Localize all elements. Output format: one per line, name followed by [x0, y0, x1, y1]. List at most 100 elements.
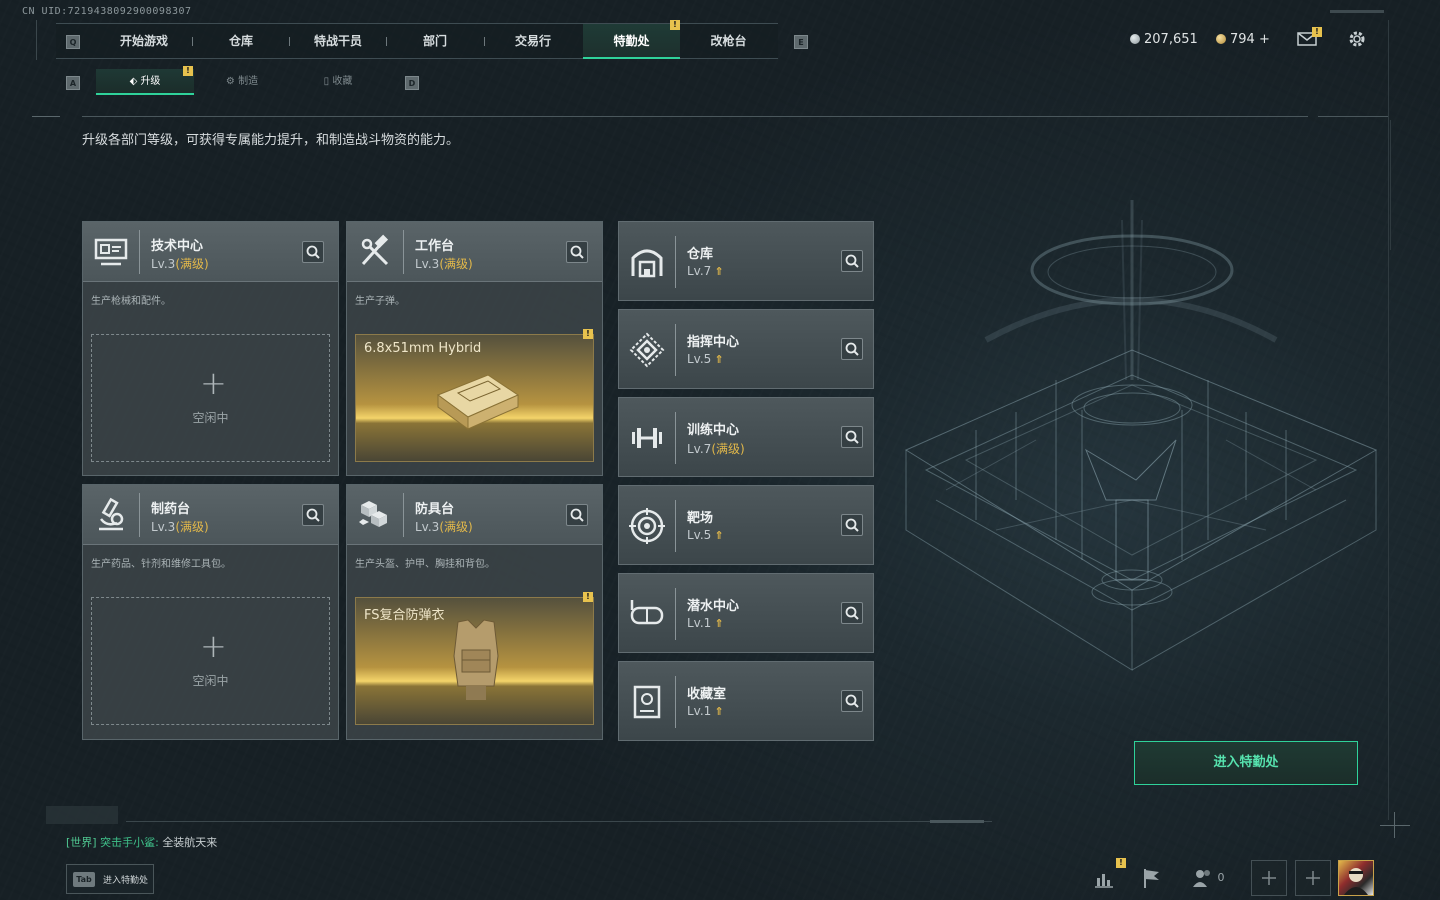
- facility-name: 技术中心: [151, 239, 204, 254]
- search-button[interactable]: [302, 504, 324, 526]
- facility-name: 工作台: [415, 239, 455, 254]
- production-slot-empty[interactable]: + 空闲中: [91, 334, 330, 462]
- mail-alert-badge: !: [1312, 27, 1322, 37]
- facility-level: Lv.5 ⇑: [687, 352, 724, 366]
- chat-message[interactable]: [世界] 突击手小鲨: 全装航天来: [66, 834, 217, 850]
- subtab-craft[interactable]: ⚙ 制造: [194, 69, 290, 95]
- tab-gunsmith[interactable]: 改枪台: [680, 24, 777, 59]
- level-value: Lv.5: [687, 352, 712, 366]
- search-button[interactable]: [841, 514, 863, 536]
- search-icon: [845, 694, 859, 708]
- diving-mask-icon: [630, 600, 664, 625]
- facility-shooting-range[interactable]: 靶场 Lv.5 ⇑: [618, 485, 874, 565]
- max-level-tag: (满级): [175, 520, 209, 534]
- search-button[interactable]: [841, 426, 863, 448]
- header-divider: [675, 324, 676, 376]
- level-value: Lv.1: [687, 616, 712, 630]
- facility-command-center[interactable]: 指挥中心 Lv.5 ⇑: [618, 309, 874, 389]
- facility-diving-center[interactable]: 潜水中心 Lv.1 ⇑: [618, 573, 874, 653]
- bottom-rule-accent: [930, 820, 984, 823]
- search-button[interactable]: [841, 250, 863, 272]
- search-button[interactable]: [566, 504, 588, 526]
- facility-description: 生产枪械和配件。: [91, 296, 171, 307]
- production-slot-empty[interactable]: + 空闲中: [91, 597, 330, 725]
- frame-line-right: [1388, 20, 1389, 820]
- invite-slot-button[interactable]: [1251, 860, 1287, 896]
- upgrade-available-icon: ⇑: [714, 353, 724, 366]
- tab-trading[interactable]: 交易行: [488, 24, 578, 59]
- subtab-upgrade[interactable]: ⬖ 升级: [96, 69, 194, 95]
- microscope-icon: [99, 497, 124, 531]
- silver-currency: 207,651: [1130, 32, 1198, 47]
- facility-name: 仓库: [687, 247, 714, 262]
- gear-icon[interactable]: [1347, 29, 1367, 49]
- facility-warehouse[interactable]: 仓库 Lv.7 ⇑: [618, 221, 874, 301]
- tab-start-game[interactable]: 开始游戏: [100, 24, 188, 59]
- workbench-card-armor-bench[interactable]: 防具台 Lv.3(满级) 生产头盔、护甲、胸挂和背包。 FS复合防弹衣 !: [346, 484, 603, 740]
- facility-level: Lv.1 ⇑: [687, 704, 724, 718]
- flag-icon[interactable]: [1140, 866, 1164, 890]
- invite-slot-button[interactable]: [1295, 860, 1331, 896]
- search-button[interactable]: [841, 690, 863, 712]
- subtab-collection-label: 收藏: [332, 76, 353, 87]
- gold-amount: 794: [1230, 32, 1255, 47]
- cubes-icon: [359, 501, 387, 527]
- header-divider: [403, 493, 404, 537]
- stats-icon[interactable]: [1092, 866, 1116, 890]
- tab-special-ops[interactable]: 特勤处: [583, 24, 680, 59]
- friends-count: 0: [1217, 871, 1225, 884]
- search-button[interactable]: [841, 602, 863, 624]
- facility-name: 潜水中心: [687, 599, 740, 614]
- search-button[interactable]: [841, 338, 863, 360]
- facility-level: Lv.3(满级): [151, 255, 209, 272]
- friends-online[interactable]: 0: [1192, 868, 1225, 888]
- max-level-tag: (满级): [175, 257, 209, 271]
- search-icon: [845, 430, 859, 444]
- plus-icon: [1306, 871, 1320, 885]
- tab-shortcut-hint[interactable]: Tab 进入特勤处: [66, 864, 154, 894]
- search-icon: [570, 245, 584, 259]
- tab-operators[interactable]: 特战干员: [293, 24, 383, 59]
- enter-special-ops-button[interactable]: 进入特勤处: [1134, 741, 1358, 785]
- search-button[interactable]: [566, 241, 588, 263]
- gold-currency[interactable]: 794 +: [1216, 32, 1270, 47]
- add-gold-button[interactable]: +: [1259, 32, 1270, 47]
- upgrade-icon: ⬖: [129, 76, 141, 87]
- facility-level: Lv.7(满级): [687, 440, 745, 457]
- avatar[interactable]: [1338, 860, 1374, 896]
- facility-collection-room[interactable]: 收藏室 Lv.1 ⇑: [618, 661, 874, 741]
- header-divider: [675, 588, 676, 640]
- facility-description: 生产药品、针剂和维修工具包。: [91, 559, 231, 570]
- facility-description: 生产头盔、护甲、胸挂和背包。: [355, 559, 495, 570]
- workbench-card-workbench[interactable]: 工作台 Lv.3(满级) 生产子弹。 6.8x51mm Hybrid !: [346, 221, 603, 476]
- facility-name: 指挥中心: [687, 335, 740, 350]
- level-value: Lv.3: [151, 520, 176, 534]
- hammer-wrench-icon: [361, 234, 389, 266]
- search-icon: [845, 342, 859, 356]
- page-description: 升级各部门等级，可获得专属能力提升，和制造战斗物资的能力。: [82, 133, 460, 148]
- level-value: Lv.1: [687, 704, 712, 718]
- production-slot-active[interactable]: 6.8x51mm Hybrid !: [355, 329, 594, 462]
- workbench-card-tech-center[interactable]: 技术中心 Lv.3(满级) 生产枪械和配件。 + 空闲中: [82, 221, 339, 476]
- nav-key-e-hint: E: [794, 35, 808, 49]
- upgrade-available-icon: ⇑: [714, 529, 724, 542]
- tab-warehouse[interactable]: 仓库: [196, 24, 286, 59]
- level-value: Lv.3: [151, 257, 176, 271]
- nav-separator: [289, 37, 290, 46]
- search-button[interactable]: [302, 241, 324, 263]
- facility-name: 靶场: [687, 511, 714, 526]
- tab-departments[interactable]: 部门: [390, 24, 480, 59]
- silver-coin-icon: [1130, 34, 1140, 44]
- workbench-card-pharmacy[interactable]: 制药台 Lv.3(满级) 生产药品、针剂和维修工具包。 + 空闲中: [82, 484, 339, 740]
- facility-name: 训练中心: [687, 423, 740, 438]
- collection-icon: [633, 685, 661, 719]
- card-header: 工作台 Lv.3(满级): [347, 222, 602, 282]
- chat-channel: [世界]: [66, 836, 97, 849]
- production-slot-active[interactable]: FS复合防弹衣 !: [355, 592, 594, 725]
- facility-training-center[interactable]: 训练中心 Lv.7(满级): [618, 397, 874, 477]
- header-divider: [675, 236, 676, 288]
- header-divider: [675, 500, 676, 552]
- upgrade-alert-badge: !: [183, 66, 193, 76]
- facility-level: Lv.3(满级): [151, 518, 209, 535]
- subtab-collection[interactable]: ▯ 收藏: [290, 69, 386, 95]
